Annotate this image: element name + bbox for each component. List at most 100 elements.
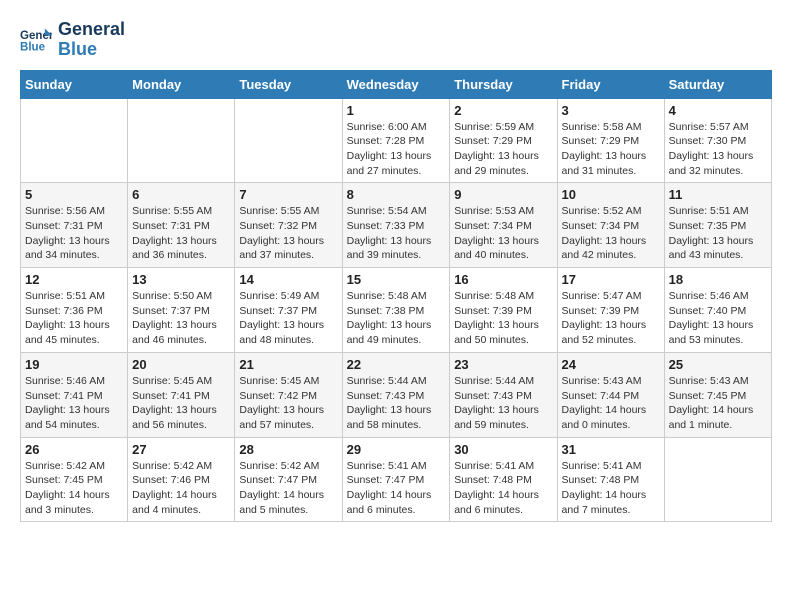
day-number: 23 [454, 357, 552, 372]
day-number: 3 [562, 103, 660, 118]
calendar-table: SundayMondayTuesdayWednesdayThursdayFrid… [20, 70, 772, 523]
day-number: 16 [454, 272, 552, 287]
logo-icon: General Blue [20, 26, 52, 54]
day-number: 18 [669, 272, 767, 287]
day-info: Sunrise: 5:55 AMSunset: 7:31 PMDaylight:… [132, 204, 230, 263]
calendar-cell: 28 Sunrise: 5:42 AMSunset: 7:47 PMDayligh… [235, 437, 342, 522]
calendar-cell: 25 Sunrise: 5:43 AMSunset: 7:45 PMDayligh… [664, 352, 771, 437]
day-number: 21 [239, 357, 337, 372]
day-info: Sunrise: 5:45 AMSunset: 7:42 PMDaylight:… [239, 374, 337, 433]
day-number: 20 [132, 357, 230, 372]
day-number: 10 [562, 187, 660, 202]
day-info: Sunrise: 5:41 AMSunset: 7:48 PMDaylight:… [562, 459, 660, 518]
calendar-cell: 17 Sunrise: 5:47 AMSunset: 7:39 PMDayligh… [557, 268, 664, 353]
day-number: 17 [562, 272, 660, 287]
calendar-cell: 31 Sunrise: 5:41 AMSunset: 7:48 PMDayligh… [557, 437, 664, 522]
day-info: Sunrise: 5:44 AMSunset: 7:43 PMDaylight:… [454, 374, 552, 433]
day-of-week-header: Tuesday [235, 70, 342, 98]
calendar-cell: 29 Sunrise: 5:41 AMSunset: 7:47 PMDayligh… [342, 437, 450, 522]
calendar-cell: 18Sunrise: 5:46 AMSunset: 7:40 PMDayligh… [664, 268, 771, 353]
calendar-cell: 6 Sunrise: 5:55 AMSunset: 7:31 PMDaylight… [128, 183, 235, 268]
day-info: Sunrise: 5:47 AMSunset: 7:39 PMDaylight:… [562, 289, 660, 348]
calendar-cell [128, 98, 235, 183]
calendar-cell: 3 Sunrise: 5:58 AMSunset: 7:29 PMDaylight… [557, 98, 664, 183]
day-info: Sunrise: 5:42 AMSunset: 7:45 PMDaylight:… [25, 459, 123, 518]
day-number: 27 [132, 442, 230, 457]
day-info: Sunrise: 5:48 AMSunset: 7:39 PMDaylight:… [454, 289, 552, 348]
calendar-cell: 15 Sunrise: 5:48 AMSunset: 7:38 PMDayligh… [342, 268, 450, 353]
day-number: 13 [132, 272, 230, 287]
day-of-week-header: Saturday [664, 70, 771, 98]
day-info: Sunrise: 5:43 AMSunset: 7:44 PMDaylight:… [562, 374, 660, 433]
day-of-week-header: Sunday [21, 70, 128, 98]
day-of-week-header: Monday [128, 70, 235, 98]
calendar-cell: 14 Sunrise: 5:49 AMSunset: 7:37 PMDayligh… [235, 268, 342, 353]
day-info: Sunrise: 5:55 AMSunset: 7:32 PMDaylight:… [239, 204, 337, 263]
day-number: 14 [239, 272, 337, 287]
day-number: 2 [454, 103, 552, 118]
calendar-cell: 30 Sunrise: 5:41 AMSunset: 7:48 PMDayligh… [450, 437, 557, 522]
day-info: Sunrise: 5:44 AMSunset: 7:43 PMDaylight:… [347, 374, 446, 433]
day-info: Sunrise: 5:51 AMSunset: 7:36 PMDaylight:… [25, 289, 123, 348]
day-info: Sunrise: 5:53 AMSunset: 7:34 PMDaylight:… [454, 204, 552, 263]
calendar-cell: 13 Sunrise: 5:50 AMSunset: 7:37 PMDayligh… [128, 268, 235, 353]
day-info: Sunrise: 5:43 AMSunset: 7:45 PMDaylight:… [669, 374, 767, 433]
day-info: Sunrise: 5:42 AMSunset: 7:47 PMDaylight:… [239, 459, 337, 518]
day-number: 25 [669, 357, 767, 372]
calendar-cell: 9Sunrise: 5:53 AMSunset: 7:34 PMDaylight… [450, 183, 557, 268]
svg-text:Blue: Blue [20, 41, 46, 53]
day-info: Sunrise: 5:58 AMSunset: 7:29 PMDaylight:… [562, 120, 660, 179]
day-of-week-header: Thursday [450, 70, 557, 98]
calendar-cell: 10 Sunrise: 5:52 AMSunset: 7:34 PMDayligh… [557, 183, 664, 268]
day-info: Sunrise: 5:41 AMSunset: 7:47 PMDaylight:… [347, 459, 446, 518]
day-number: 7 [239, 187, 337, 202]
day-number: 28 [239, 442, 337, 457]
day-info: Sunrise: 5:48 AMSunset: 7:38 PMDaylight:… [347, 289, 446, 348]
day-info: Sunrise: 5:54 AMSunset: 7:33 PMDaylight:… [347, 204, 446, 263]
page-header: General Blue General Blue [20, 20, 772, 60]
day-info: Sunrise: 5:41 AMSunset: 7:48 PMDaylight:… [454, 459, 552, 518]
day-info: Sunrise: 5:51 AMSunset: 7:35 PMDaylight:… [669, 204, 767, 263]
calendar-cell: 8 Sunrise: 5:54 AMSunset: 7:33 PMDaylight… [342, 183, 450, 268]
day-number: 11 [669, 187, 767, 202]
calendar-cell: 1Sunrise: 6:00 AMSunset: 7:28 PMDaylight… [342, 98, 450, 183]
day-of-week-header: Wednesday [342, 70, 450, 98]
logo-text-blue: Blue [58, 40, 125, 60]
calendar-cell: 7 Sunrise: 5:55 AMSunset: 7:32 PMDaylight… [235, 183, 342, 268]
day-of-week-header: Friday [557, 70, 664, 98]
calendar-cell: 5 Sunrise: 5:56 AMSunset: 7:31 PMDaylight… [21, 183, 128, 268]
day-number: 31 [562, 442, 660, 457]
calendar-cell: 16 Sunrise: 5:48 AMSunset: 7:39 PMDayligh… [450, 268, 557, 353]
day-number: 19 [25, 357, 123, 372]
day-info: Sunrise: 5:50 AMSunset: 7:37 PMDaylight:… [132, 289, 230, 348]
calendar-cell: 27 Sunrise: 5:42 AMSunset: 7:46 PMDayligh… [128, 437, 235, 522]
calendar-cell: 23 Sunrise: 5:44 AMSunset: 7:43 PMDayligh… [450, 352, 557, 437]
day-number: 12 [25, 272, 123, 287]
day-info: Sunrise: 5:49 AMSunset: 7:37 PMDaylight:… [239, 289, 337, 348]
day-number: 15 [347, 272, 446, 287]
day-info: Sunrise: 5:42 AMSunset: 7:46 PMDaylight:… [132, 459, 230, 518]
calendar-cell: 2 Sunrise: 5:59 AMSunset: 7:29 PMDaylight… [450, 98, 557, 183]
day-number: 6 [132, 187, 230, 202]
day-info: Sunrise: 5:45 AMSunset: 7:41 PMDaylight:… [132, 374, 230, 433]
day-info: Sunrise: 5:57 AMSunset: 7:30 PMDaylight:… [669, 120, 767, 179]
day-info: Sunrise: 5:56 AMSunset: 7:31 PMDaylight:… [25, 204, 123, 263]
day-info: Sunrise: 5:46 AMSunset: 7:41 PMDaylight:… [25, 374, 123, 433]
day-info: Sunrise: 5:59 AMSunset: 7:29 PMDaylight:… [454, 120, 552, 179]
day-number: 29 [347, 442, 446, 457]
day-number: 30 [454, 442, 552, 457]
calendar-cell [235, 98, 342, 183]
calendar-cell: 24 Sunrise: 5:43 AMSunset: 7:44 PMDayligh… [557, 352, 664, 437]
day-info: Sunrise: 5:52 AMSunset: 7:34 PMDaylight:… [562, 204, 660, 263]
day-number: 24 [562, 357, 660, 372]
calendar-cell [664, 437, 771, 522]
calendar-cell [21, 98, 128, 183]
day-info: Sunrise: 6:00 AMSunset: 7:28 PMDaylight:… [347, 120, 446, 179]
calendar-cell: 19 Sunrise: 5:46 AMSunset: 7:41 PMDayligh… [21, 352, 128, 437]
logo: General Blue General Blue [20, 20, 125, 60]
day-number: 5 [25, 187, 123, 202]
day-number: 26 [25, 442, 123, 457]
logo-text-general: General [58, 20, 125, 40]
day-number: 8 [347, 187, 446, 202]
calendar-cell: 12 Sunrise: 5:51 AMSunset: 7:36 PMDayligh… [21, 268, 128, 353]
